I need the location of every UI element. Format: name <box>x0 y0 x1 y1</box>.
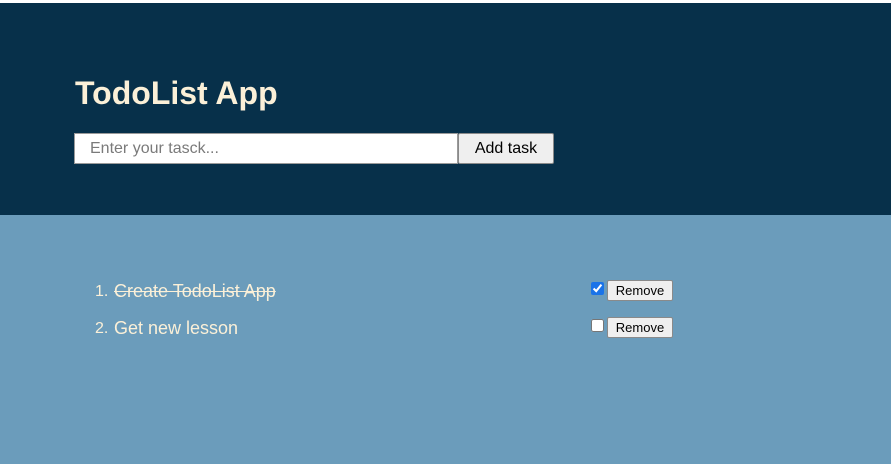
task-text: Get new lesson <box>114 318 239 338</box>
header-section: TodoList App Add task <box>0 3 891 215</box>
remove-task-button[interactable]: Remove <box>607 317 673 338</box>
task-index: 2. <box>95 320 109 337</box>
task-item: 2. Get new lesson Remove <box>0 316 891 342</box>
add-task-button[interactable]: Add task <box>458 133 554 164</box>
remove-task-button[interactable]: Remove <box>607 280 673 301</box>
task-list-section: 1. Create TodoList App Remove 2. Get new… <box>0 215 891 464</box>
todo-app: TodoList App Add task 1. Create TodoList… <box>0 0 891 464</box>
task-complete-checkbox[interactable] <box>591 319 604 332</box>
task-text: Create TodoList App <box>114 281 276 301</box>
task-input[interactable] <box>74 133 458 164</box>
app-title: TodoList App <box>75 75 278 111</box>
task-item: 1. Create TodoList App Remove <box>0 279 891 305</box>
task-index: 1. <box>95 283 109 300</box>
task-complete-checkbox[interactable] <box>591 282 604 295</box>
